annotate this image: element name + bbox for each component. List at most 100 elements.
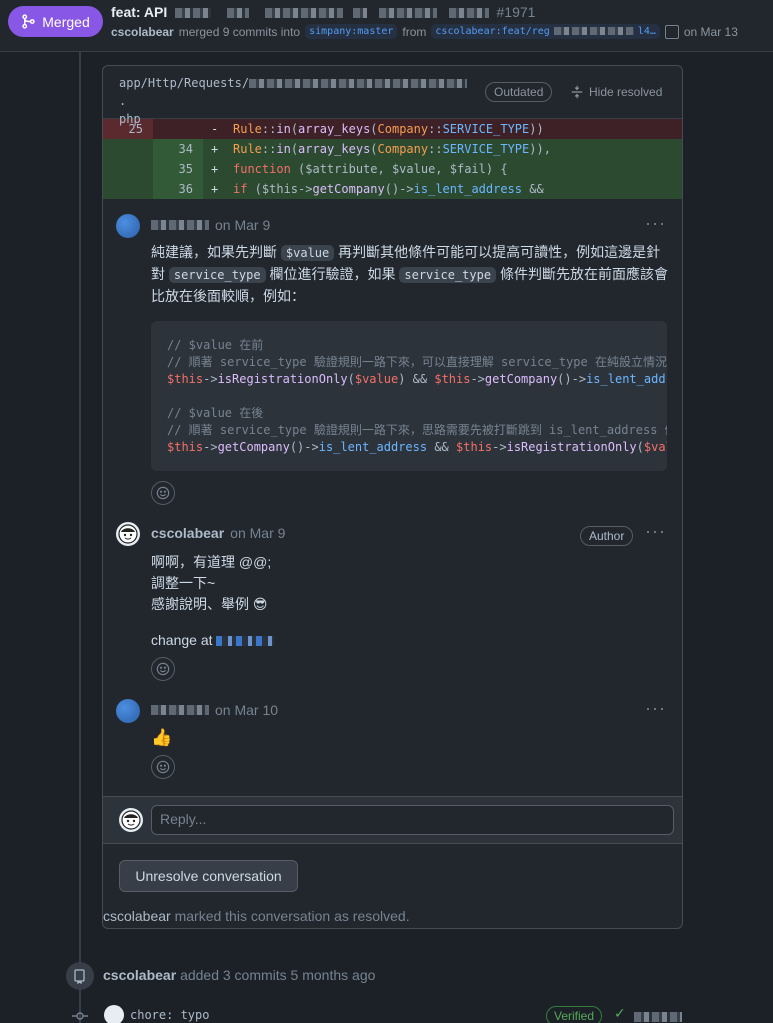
redacted-text — [352, 8, 367, 19]
repo-push-icon — [66, 962, 94, 990]
diff-row: 35 + function ($attribute, $value, $fail… — [103, 159, 682, 179]
code-comment: // 順著 service_type 驗證規則一路下來，思路需要先被打斷跳到 i… — [167, 423, 667, 437]
code-comment: // 順著 service_type 驗證規則一路下來，可以直接理解 servi… — [167, 355, 667, 369]
comment-header: on Mar 9 — [151, 217, 270, 233]
old-line-number[interactable] — [103, 159, 153, 179]
pr-title: feat: API #1971 — [111, 4, 535, 20]
add-reaction-button[interactable] — [151, 481, 175, 505]
merged-text: merged 9 commits into — [178, 24, 301, 39]
merged-label: Merged — [42, 13, 90, 30]
change-at-line: change at — [151, 630, 275, 651]
pr-meta: cscolabear merged 9 commits into simpany… — [111, 24, 738, 39]
comment-text: 調整一下~ — [151, 575, 216, 591]
diff-row: 36 + if ($this->getCompany()->is_lent_ad… — [103, 179, 682, 199]
merged-badge: Merged — [8, 6, 103, 37]
diff-sign: + — [203, 179, 233, 199]
redacted-username[interactable] — [151, 220, 209, 230]
smiley-icon — [156, 662, 170, 676]
inline-code: service_type — [168, 267, 266, 283]
git-commit-icon — [72, 1012, 88, 1020]
smiley-icon — [156, 760, 170, 774]
comment-date[interactable]: on Mar 9 — [215, 217, 270, 233]
new-line-number[interactable]: 35 — [153, 159, 203, 179]
commit-sha[interactable] — [634, 1012, 682, 1022]
comment-body: 👍 — [151, 728, 173, 747]
reply-input[interactable]: Reply... — [151, 805, 674, 835]
commit-link[interactable] — [216, 636, 275, 647]
file-path-suffix: php — [119, 112, 141, 126]
hide-resolved-button[interactable]: Hide resolved — [570, 83, 662, 101]
comment-body: 啊啊，有道理 @@; 調整一下~ 感謝說明、舉例 😎 change at — [151, 552, 275, 651]
resolved-user[interactable]: cscolabear — [103, 908, 171, 924]
avatar — [119, 808, 143, 832]
comment-text: 啊啊，有道理 @@; — [151, 554, 272, 570]
new-line-number[interactable]: 34 — [153, 139, 203, 159]
diff-code: if ($this->getCompany()->is_lent_address… — [233, 179, 682, 199]
comment-text: 純建議，如果先判斷 — [151, 244, 277, 260]
hide-resolved-label: Hide resolved — [589, 85, 663, 99]
comment-text: 欄位進行驗證，如果 — [269, 266, 396, 282]
redacted-text — [378, 8, 437, 19]
timeline-line — [79, 52, 81, 1023]
outdated-badge: Outdated — [485, 82, 553, 102]
unresolve-conversation-button[interactable]: Unresolve conversation — [119, 860, 298, 892]
head-branch-suffix: l4… — [637, 26, 656, 37]
code-line: $this->isRegistrationOnly($value) && $th… — [167, 372, 667, 386]
avatar[interactable] — [116, 522, 140, 546]
diff-code: function ($attribute, $value, $fail) { — [233, 159, 682, 179]
comment-text: 比放在後面較順，例如： — [151, 288, 305, 304]
head-branch[interactable]: cscolabear:feat/reg l4… — [431, 24, 660, 39]
verified-badge[interactable]: Verified — [546, 1006, 603, 1023]
old-line-number[interactable] — [103, 139, 153, 159]
redacted-text — [553, 27, 634, 35]
timeline-text: added 3 commits 5 months ago — [180, 967, 376, 983]
timeline-user[interactable]: cscolabear — [103, 967, 176, 983]
pr-title-text: feat: API — [111, 4, 168, 20]
comment-text: change at — [151, 632, 213, 648]
commit-avatar[interactable] — [104, 1005, 124, 1023]
diff-table: 25 - Rule::in(array_keys(Company::SERVIC… — [103, 119, 682, 199]
file-path-prefix: app/Http/Requests/ — [119, 76, 250, 90]
copy-icon[interactable] — [664, 24, 679, 39]
avatar[interactable] — [116, 214, 140, 238]
comment-header: on Mar 10 — [151, 702, 278, 718]
code-line: $this->getCompany()->is_lent_address && … — [167, 440, 667, 454]
pr-author-link[interactable]: cscolabear — [111, 25, 174, 39]
user-face-icon — [118, 524, 138, 544]
from-text: from — [402, 24, 427, 39]
comment-date[interactable]: on Mar 10 — [215, 702, 278, 718]
comment-date[interactable]: on Mar 9 — [230, 525, 285, 541]
redacted-text — [264, 8, 343, 19]
resolved-message: cscolabear marked this conversation as r… — [103, 908, 410, 924]
diff-row: 34 + Rule::in(array_keys(Company::SERVIC… — [103, 139, 682, 159]
add-reaction-button[interactable] — [151, 755, 175, 779]
pr-number: #1971 — [496, 4, 536, 20]
redacted-username[interactable] — [151, 705, 209, 715]
file-path[interactable]: app/Http/Requests/. php — [119, 74, 474, 128]
inline-code: service_type — [399, 267, 497, 283]
more-options-icon[interactable]: ··· — [645, 698, 666, 719]
user-face-icon — [121, 810, 141, 830]
check-icon[interactable]: ✓ — [614, 1005, 626, 1022]
file-header: app/Http/Requests/. php Outdated Hide res… — [103, 66, 682, 126]
inline-code: $value — [280, 245, 335, 261]
pr-header: Merged feat: API #1971 cscolabear merged… — [0, 0, 773, 52]
reply-bar: Reply... — [103, 796, 682, 844]
comment-author[interactable]: cscolabear — [151, 525, 224, 541]
base-branch[interactable]: simpany:master — [305, 24, 398, 39]
more-options-icon[interactable]: ··· — [645, 213, 666, 234]
redacted-text — [227, 8, 250, 19]
avatar[interactable] — [116, 699, 140, 723]
comment-header: cscolabear on Mar 9 — [151, 525, 285, 541]
add-reaction-button[interactable] — [151, 657, 175, 681]
commit-message[interactable]: chore: typo — [130, 1008, 209, 1022]
fold-icon — [571, 85, 583, 99]
new-line-number[interactable]: 36 — [153, 179, 203, 199]
comment-text: 再判斷其他條件可能可以提高可讀性，例如這邊是針 — [338, 244, 661, 260]
more-options-icon[interactable]: ··· — [645, 521, 666, 542]
old-line-number[interactable] — [103, 179, 153, 199]
comment-body: 純建議，如果先判斷 $value 再判斷其他條件可能可以提高可讀性，例如這邊是針… — [151, 242, 671, 307]
author-badge: Author — [580, 526, 634, 546]
git-merge-icon — [22, 14, 35, 29]
redacted-text — [448, 8, 489, 19]
